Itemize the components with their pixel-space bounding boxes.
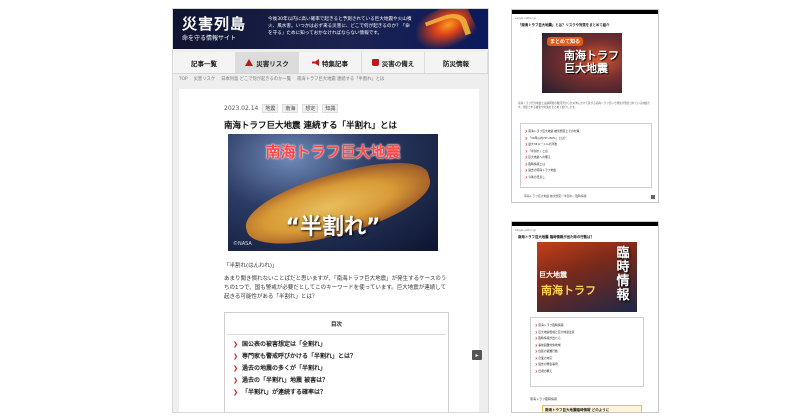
chevron-down-icon: ❯	[233, 365, 239, 372]
nav-label: 災害リスク	[256, 59, 289, 68]
chevron-down-icon: ❯	[233, 389, 239, 396]
main-page: 災害列島 命を守る情報サイト 今後30年以内に高い確率で起きると予測されている巨…	[172, 8, 489, 413]
tag-badge[interactable]: 南海	[282, 104, 299, 113]
thumb-toc: 南海トラフ臨時情報 巨大地震警戒と巨大地震注意 臨時情報が出たら 事前避難対象地…	[530, 317, 644, 387]
hero-image: 南海トラフ巨大地震 “半割れ” ©NASA	[228, 134, 438, 251]
breadcrumb-item: 南海トラフ巨大地震 連続する「半割れ」とは	[297, 77, 385, 82]
scroll-right-button[interactable]: ▸	[472, 350, 482, 360]
toc-item-label[interactable]: 「半割れ」が連続する確率は？	[242, 387, 326, 399]
article-date: 2023.02.14	[224, 105, 259, 112]
toc-item[interactable]: ❯ 過去の「半割れ」地震 被害は？	[233, 375, 448, 387]
article-meta: 2023.02.14 地震 南海 想定 知識	[224, 104, 339, 113]
megaphone-icon	[312, 59, 319, 66]
thumb-title[interactable]: 「南海トラフ巨大地震」とは？リスクや対策をまとめて紹介	[512, 22, 658, 29]
toc-heading: 目次	[227, 313, 446, 335]
breadcrumb-item[interactable]: 日本列島 どこで何が起きるのか一覧	[221, 76, 291, 82]
toc-item-label[interactable]: 専門家も警戒呼びかける「半割れ」とは？	[242, 351, 356, 363]
toc-item[interactable]: ❯ 国公表の被害想定は「全割れ」	[233, 339, 448, 351]
nav-articles[interactable]: 記事一覧	[173, 52, 236, 73]
chevron-down-icon: ❯	[233, 341, 239, 348]
article-paragraph: あまり聞き慣れないことばだと思いますが、「南海トラフ巨大地震」が発生するケースの…	[224, 276, 447, 300]
breadcrumb-item[interactable]: 災害リスク	[194, 76, 215, 82]
toc-item[interactable]: ❯ 「半割れ」が連続する確率は？	[233, 387, 448, 399]
thumb-title[interactable]: 南海トラフ巨大地震 臨時情報が出た時の行動は？	[512, 234, 658, 241]
toc-item[interactable]: ❯ 過去の地震の多くが「半割れ」	[233, 363, 448, 375]
tag-badge[interactable]: 知識	[322, 104, 339, 113]
nav-features[interactable]: 特集記事	[299, 52, 362, 73]
nav-info[interactable]: 防災情報	[425, 52, 488, 73]
article-title: 南海トラフ巨大地震 連続する「半割れ」とは	[224, 121, 397, 131]
thumb-image-text: 南海トラフ	[541, 284, 596, 297]
thumb-image-vertical-title: 臨時情報	[616, 246, 630, 303]
site-intro: 今後30年以内に高い確率で起きると予測されている巨大地震や火山噴火、風水害。いつ…	[268, 17, 412, 36]
nav-label: 記事一覧	[191, 59, 217, 68]
tag-badge[interactable]: 地震	[262, 104, 279, 113]
thumb-url: saigai-rettou.jp	[515, 228, 537, 232]
thumb-callout-box: 南海トラフ巨大地震臨時情報 どのように	[542, 405, 642, 412]
breadcrumb-item[interactable]: TOP	[179, 77, 188, 82]
hero-credit: ©NASA	[233, 241, 252, 247]
thumb-image-title: 南海トラフ 巨大地震	[564, 49, 619, 75]
thumb-subheading: 南海トラフ臨時情報	[530, 397, 558, 401]
toc-item-label[interactable]: 過去の「半割れ」地震 被害は？	[242, 375, 328, 387]
article-body: 2023.02.14 地震 南海 想定 知識 南海トラフ巨大地震 連続する「半割…	[179, 89, 479, 412]
thumb-toc-item[interactable]: 今後の見直し	[525, 174, 651, 181]
hero-title: 南海トラフ巨大地震	[265, 143, 401, 161]
hero-keyword: “半割れ”	[285, 215, 381, 240]
thumb-image-tag: まとめて知る	[547, 37, 584, 46]
site-logo[interactable]: 災害列島	[182, 13, 246, 34]
warning-icon	[245, 59, 254, 66]
main-nav: 記事一覧 災害リスク 特集記事 災害の備え 防災情報	[173, 52, 488, 74]
thumb-toc-item[interactable]: 日頃の備え	[535, 368, 643, 375]
thumb-url: saigai-rettou.jp	[515, 16, 537, 20]
nav-label: 防災情報	[443, 59, 469, 68]
thumb-footer-link[interactable]: 南海トラフ巨大地震 被害想定／半割れ／臨時情報	[524, 194, 586, 198]
scroll-right-button[interactable]	[651, 195, 655, 199]
toc-item-label[interactable]: 過去の地震の多くが「半割れ」	[242, 363, 326, 375]
nav-risk[interactable]: 災害リスク	[236, 52, 299, 73]
nav-label: 特集記事	[322, 59, 348, 68]
screenshot-stage: 災害列島 命を守る情報サイト 今後30年以内に高い確率で起きると予測されている巨…	[0, 0, 800, 419]
toc-item-label[interactable]: 国公表の被害想定は「全割れ」	[242, 339, 326, 351]
breadcrumb: TOP 災害リスク 日本列島 どこで何が起きるのか一覧 南海トラフ巨大地震 連続…	[173, 74, 488, 84]
chevron-down-icon: ❯	[233, 377, 239, 384]
table-of-contents: 目次 ❯ 国公表の被害想定は「全割れ」 ❯ 専門家も警戒呼びかける「半割れ」とは？ …	[224, 312, 449, 412]
tag-badge[interactable]: 想定	[302, 104, 319, 113]
thumb-image-text: 巨大地震	[539, 271, 567, 279]
thumb-hero-image: まとめて知る 南海トラフ 巨大地震	[542, 33, 622, 93]
thumb-hero-image: 巨大地震 南海トラフ 臨時情報	[537, 242, 637, 312]
site-tagline: 命を守る情報サイト	[182, 35, 237, 42]
bag-icon	[371, 59, 379, 66]
image-caption: 「半割れ(はんわれ)」	[224, 263, 278, 269]
chevron-down-icon: ❯	[233, 353, 239, 360]
related-page-thumbnail-1[interactable]: saigai-rettou.jp 「南海トラフ巨大地震」とは？リスクや対策をまと…	[511, 9, 659, 203]
nav-label: 災害の備え	[381, 59, 415, 68]
toc-item[interactable]: ❯ 専門家も警戒呼びかける「半割れ」とは？	[233, 351, 448, 363]
thumb-paragraph: 南海トラフ巨大地震とは静岡県の駿河湾から九州沖にかけて延びる南海トラフ沿いで発生…	[518, 102, 651, 109]
nav-preparation[interactable]: 災害の備え	[362, 52, 425, 73]
thumb-toc: 南海トラフ巨大地震 被害想定とその対策 「30年以内70〜80%」とは？ 最大3…	[520, 123, 652, 188]
site-banner[interactable]: 災害列島 命を守る情報サイト 今後30年以内に高い確率で起きると予測されている巨…	[173, 9, 488, 49]
related-page-thumbnail-2[interactable]: saigai-rettou.jp 南海トラフ巨大地震 臨時情報が出た時の行動は？…	[511, 221, 659, 413]
